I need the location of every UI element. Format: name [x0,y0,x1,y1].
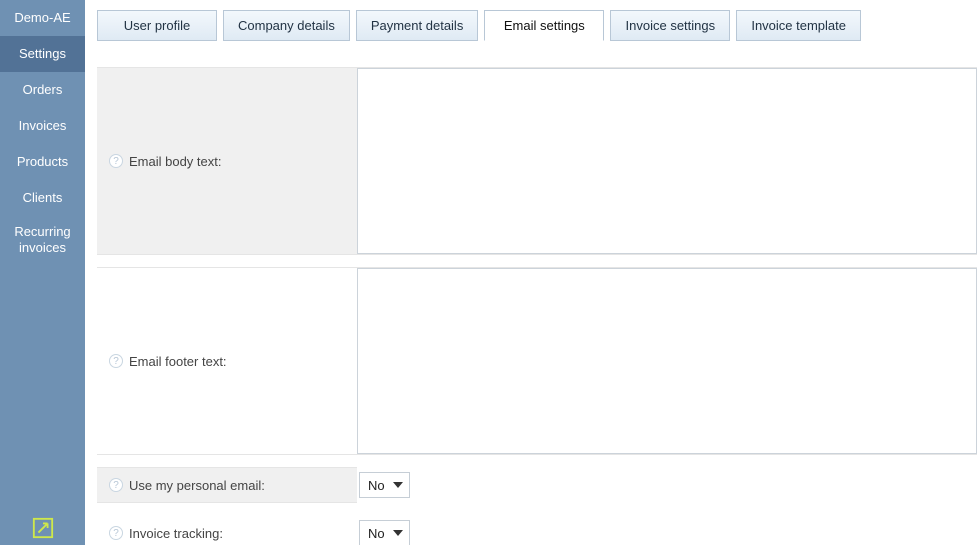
tab-payment-details[interactable]: Payment details [356,10,479,41]
label-email-body: Email body text: [129,154,222,169]
tab-invoice-template[interactable]: Invoice template [736,10,861,41]
help-icon[interactable]: ? [109,354,123,368]
main-content: User profile Company details Payment det… [85,0,979,545]
row-email-body: ? Email body text: [97,67,977,255]
tab-company-details[interactable]: Company details [223,10,350,41]
tab-invoice-settings[interactable]: Invoice settings [610,10,730,41]
sidebar-item-recurring-invoices[interactable]: Recurring invoices [0,216,85,263]
expand-icon[interactable] [32,517,54,539]
brand-title[interactable]: Demo-AE [0,0,85,36]
email-settings-form: ? Email body text: ? Email footer text: [97,67,977,545]
label-invoice-tracking: Invoice tracking: [129,526,223,541]
sidebar-item-products[interactable]: Products [0,144,85,180]
tab-strip: User profile Company details Payment det… [97,10,979,41]
tab-email-settings[interactable]: Email settings [484,10,604,41]
tab-user-profile[interactable]: User profile [97,10,217,41]
label-email-footer: Email footer text: [129,354,227,369]
sidebar-item-orders[interactable]: Orders [0,72,85,108]
chevron-down-icon [393,482,403,488]
personal-email-select[interactable]: No [359,472,410,498]
email-body-textarea[interactable] [357,68,977,254]
help-icon[interactable]: ? [109,526,123,540]
row-email-footer: ? Email footer text: [97,267,977,455]
email-footer-textarea[interactable] [357,268,977,454]
sidebar-item-clients[interactable]: Clients [0,180,85,216]
personal-email-value: No [368,478,385,493]
sidebar-item-settings[interactable]: Settings [0,36,85,72]
sidebar-item-invoices[interactable]: Invoices [0,108,85,144]
label-personal-email: Use my personal email: [129,478,265,493]
row-invoice-tracking: ? Invoice tracking: No [97,515,977,545]
invoice-tracking-value: No [368,526,385,541]
sidebar: Demo-AE Settings Orders Invoices Product… [0,0,85,545]
help-icon[interactable]: ? [109,478,123,492]
help-icon[interactable]: ? [109,154,123,168]
row-personal-email: ? Use my personal email: No [97,467,977,503]
invoice-tracking-select[interactable]: No [359,520,410,545]
chevron-down-icon [393,530,403,536]
